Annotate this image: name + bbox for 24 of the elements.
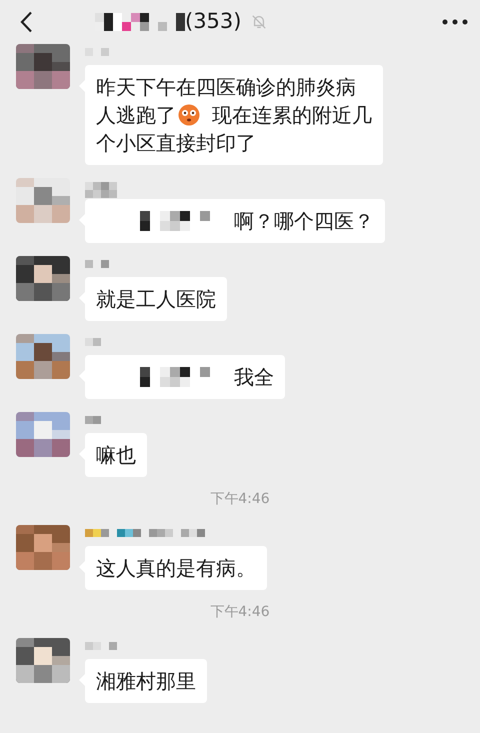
message-text: 啊？哪个四医？ [234,208,374,235]
message-text: 湘雅村那里 [96,668,196,695]
mosaic-drawing [85,260,109,268]
message-text: 昨天下午在四医确诊的肺炎病 [96,74,356,101]
more-icon[interactable] [442,19,468,25]
timestamp: 下午4:46 [209,490,271,508]
chat-title: (353) [185,8,242,36]
message-text: 现在连累的附近几 [212,102,372,129]
mosaic-drawing [140,367,210,387]
emoji-icon [178,104,200,126]
back-icon[interactable] [20,11,33,33]
message-text: 人逃跑了 [96,102,176,129]
mosaic-drawing [85,416,101,424]
mosaic-drawing [85,48,109,56]
mosaic-drawing [85,182,117,198]
mosaic-drawing [85,338,101,346]
message-text: 个小区直接封印了 [96,130,256,157]
message-text: 这人真的是有病。 [96,555,256,582]
message-text: 嘛也 [96,442,136,469]
message-text: 就是工人医院 [96,286,216,313]
mosaic-drawing [140,211,210,231]
mosaic-drawing [85,642,117,650]
message-text: 我全 [234,364,274,391]
timestamp: 下午4:46 [209,603,271,621]
